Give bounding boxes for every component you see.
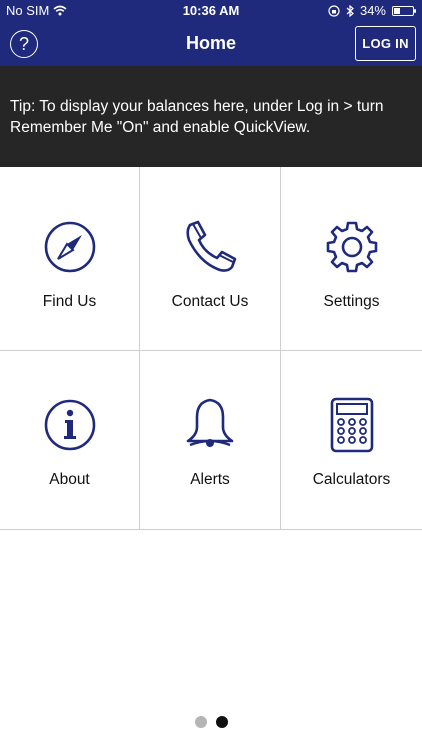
tile-label: Find Us [42, 293, 97, 310]
tip-text: Tip: To display your balances here, unde… [10, 98, 384, 136]
tile-label: Calculators [312, 471, 391, 488]
battery-icon [392, 5, 416, 16]
tile-label: Alerts [190, 471, 230, 488]
page-dot-1[interactable] [194, 716, 207, 728]
orientation-lock-icon [328, 4, 340, 17]
login-button[interactable]: LOG IN [355, 26, 416, 61]
page-dot-2[interactable] [215, 716, 228, 728]
tile-contact-us[interactable]: Contact Us [140, 167, 281, 351]
tile-label: Settings [323, 293, 380, 310]
nav-bar: ? Home LOG IN [0, 22, 422, 66]
tile-find-us[interactable]: Find Us [0, 167, 140, 351]
calculator-icon [330, 397, 373, 453]
bluetooth-icon [346, 4, 354, 17]
tile-calculators[interactable]: Calculators [281, 351, 422, 530]
gear-icon [326, 221, 377, 273]
tile-alerts[interactable]: Alerts [140, 351, 281, 530]
status-bar: No SIM 10:36 AM 34% [0, 0, 422, 22]
status-right: 34% [328, 3, 416, 18]
tile-settings[interactable]: Settings [281, 167, 422, 351]
bell-icon [186, 398, 234, 447]
info-icon [44, 399, 95, 451]
page-indicator[interactable] [0, 716, 422, 728]
tile-label: Contact Us [171, 293, 249, 310]
tip-banner: Tip: To display your balances here, unde… [0, 66, 422, 167]
battery-fill [394, 7, 401, 14]
tile-about[interactable]: About [0, 351, 140, 530]
tile-label: About [49, 471, 90, 488]
battery-percent: 34% [359, 3, 386, 18]
phone-icon [186, 220, 237, 272]
menu-grid: Find Us Contact Us Settings About Alerts [0, 167, 422, 530]
compass-icon [44, 221, 95, 273]
